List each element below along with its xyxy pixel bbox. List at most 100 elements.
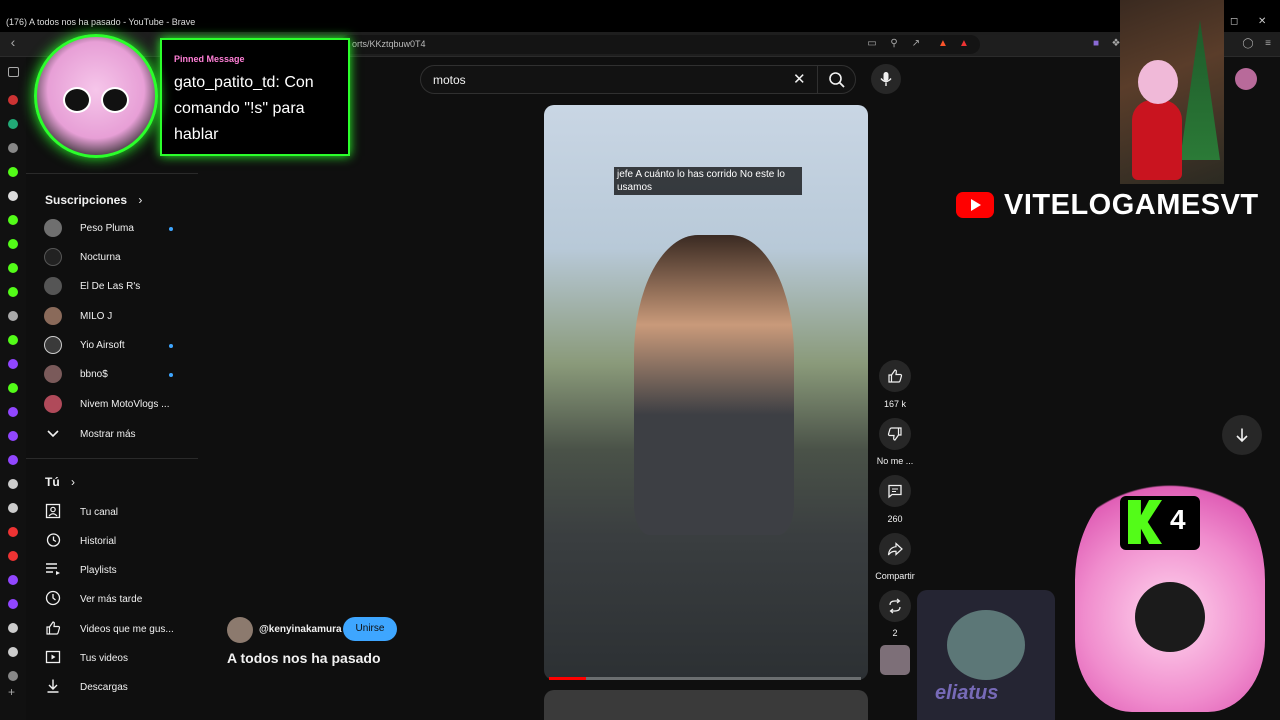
app-icon[interactable] <box>8 191 18 201</box>
nav-liked-videos[interactable]: Videos que me gus... <box>26 615 198 643</box>
channel-brand-overlay: VITELOGAMESVT <box>956 186 1276 222</box>
clear-search-icon[interactable]: ✕ <box>793 72 806 87</box>
next-short-preview[interactable] <box>544 690 868 720</box>
back-icon[interactable]: ‹ <box>7 35 19 49</box>
sidebar-toggle-icon[interactable] <box>8 67 19 77</box>
subscription-item[interactable]: Nivem MotoVlogs ... <box>26 391 198 419</box>
sound-thumbnail[interactable] <box>880 645 910 675</box>
arrow-down-icon <box>1236 428 1248 443</box>
address-url: orts/KKztqbuw0T4 <box>352 39 426 49</box>
subscriptions-header[interactable]: Suscripciones › <box>45 193 142 207</box>
app-icon[interactable] <box>8 359 18 369</box>
subscription-item[interactable]: Yio Airsoft <box>26 332 198 360</box>
dislike-button[interactable] <box>879 418 911 450</box>
wallet-icon[interactable]: ◯ <box>1242 38 1254 50</box>
app-icon[interactable] <box>8 311 18 321</box>
share-page-icon[interactable]: ↗ <box>910 38 922 50</box>
kick-icon[interactable] <box>8 263 18 273</box>
kick-badge: 4 <box>1120 496 1200 550</box>
brave-shield-icon[interactable]: ▲ <box>937 38 949 50</box>
history-icon <box>46 533 61 547</box>
youtube-icon[interactable] <box>8 551 18 561</box>
kick-icon[interactable] <box>8 287 18 297</box>
share-button[interactable] <box>879 533 911 565</box>
app-icon[interactable] <box>8 527 18 537</box>
nav-downloads[interactable]: Descargas <box>26 673 198 701</box>
search-button[interactable] <box>817 66 857 94</box>
show-more-button[interactable]: Mostrar más <box>26 420 198 448</box>
twitch-icon[interactable] <box>8 575 18 585</box>
subscription-item[interactable]: MILO J <box>26 303 198 331</box>
app-icon[interactable] <box>8 479 18 489</box>
video-progress-bar[interactable] <box>549 677 861 680</box>
brave-rewards-icon[interactable]: ▲ <box>958 38 970 50</box>
subscription-item[interactable]: Peso Pluma <box>26 215 198 243</box>
app-icon[interactable] <box>8 647 18 657</box>
app-icon[interactable] <box>8 383 18 393</box>
youtube-sidebar: Suscripciones › Peso Pluma Nocturna El D… <box>26 57 198 720</box>
subscription-name: Nocturna <box>80 252 121 263</box>
you-header[interactable]: Tú › <box>45 475 75 489</box>
nav-your-channel[interactable]: Tu canal <box>26 498 198 526</box>
video-subject <box>634 235 794 535</box>
channel-avatar <box>44 365 62 383</box>
close-icon[interactable]: ✕ <box>1258 16 1266 27</box>
nav-label: Videos que me gus... <box>80 624 174 635</box>
address-bar[interactable]: orts/KKztqbuw0T4 <box>340 35 980 54</box>
app-icon[interactable] <box>8 215 18 225</box>
app-icon[interactable] <box>8 143 18 153</box>
nav-your-videos[interactable]: Tus videos <box>26 644 198 672</box>
microphone-icon <box>880 72 892 86</box>
subscription-item[interactable]: bbno$ <box>26 361 198 389</box>
channel-name[interactable]: @kenyinakamura <box>259 624 342 635</box>
user-avatar[interactable] <box>1235 68 1257 90</box>
app-icon[interactable] <box>8 119 18 129</box>
playlist-icon <box>46 563 60 575</box>
twitch-icon[interactable] <box>8 431 18 441</box>
nav-history[interactable]: Historial <box>26 527 198 555</box>
avatar-face <box>1135 582 1205 652</box>
remix-count: 2 <box>892 628 898 638</box>
app-icon[interactable] <box>8 167 18 177</box>
kick-logo-icon <box>1128 500 1162 544</box>
app-icon[interactable] <box>8 239 18 249</box>
chevron-down-icon <box>47 430 59 438</box>
app-icon[interactable] <box>8 623 18 633</box>
comments-button[interactable] <box>879 475 911 507</box>
app-icon[interactable] <box>8 671 18 681</box>
screen-icon[interactable]: ▭ <box>866 38 878 50</box>
subscription-name: Nivem MotoVlogs ... <box>80 399 170 410</box>
remix-button[interactable] <box>879 590 911 622</box>
download-icon <box>47 679 59 693</box>
divider <box>26 458 198 459</box>
zoom-icon[interactable]: ⚲ <box>888 38 900 50</box>
menu-icon[interactable]: ≡ <box>1262 38 1274 50</box>
nav-playlists[interactable]: Playlists <box>26 556 198 584</box>
join-button[interactable]: Unirse <box>343 617 397 641</box>
streamer-cam-top <box>1120 0 1224 184</box>
new-content-dot <box>169 227 173 231</box>
guest-name: eliatus <box>935 682 999 704</box>
share-label: Compartir <box>875 571 915 581</box>
voice-search-button[interactable] <box>871 64 901 94</box>
maximize-icon[interactable]: ◻ <box>1230 16 1238 27</box>
like-button[interactable] <box>879 360 911 392</box>
channel-avatar <box>44 219 62 237</box>
twitch-icon[interactable] <box>8 455 18 465</box>
next-short-button[interactable] <box>1222 415 1262 455</box>
twitch-icon[interactable] <box>8 599 18 609</box>
search-input[interactable] <box>433 72 783 88</box>
app-icon[interactable] <box>8 503 18 513</box>
app-icon[interactable] <box>8 95 18 105</box>
nav-watch-later[interactable]: Ver más tarde <box>26 585 198 613</box>
add-panel-icon[interactable]: + <box>8 686 18 698</box>
extension-icon[interactable]: ■ <box>1090 38 1102 50</box>
twitch-icon[interactable] <box>8 407 18 417</box>
channel-avatar[interactable] <box>227 617 253 643</box>
divider <box>26 173 198 174</box>
subscription-name: El De Las R's <box>80 281 141 292</box>
app-icon[interactable] <box>8 335 18 345</box>
subscription-item[interactable]: El De Las R's <box>26 273 198 301</box>
nav-label: Playlists <box>80 565 117 576</box>
subscription-item[interactable]: Nocturna <box>26 244 198 272</box>
